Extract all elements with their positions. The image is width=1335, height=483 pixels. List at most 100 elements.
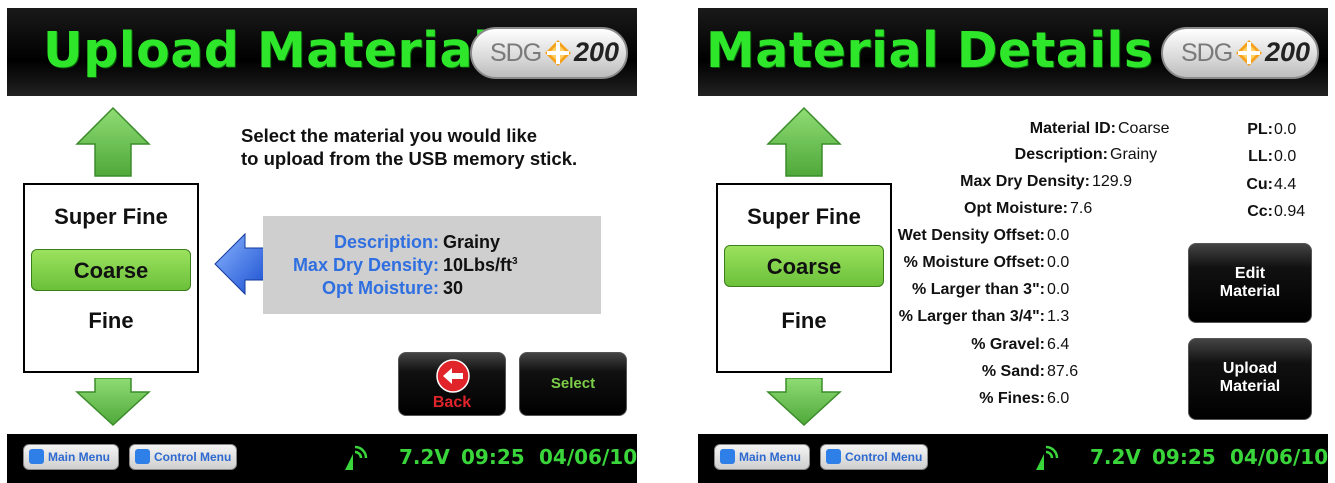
opt-moisture-value: 30 (443, 278, 464, 298)
exit-door-icon (135, 449, 150, 464)
header: Upload Material SDG 200 (7, 8, 637, 96)
current-date: 04/06/10 (1230, 445, 1328, 469)
exit-door-icon (29, 449, 44, 464)
detail-label-gravel: % Gravel: (971, 336, 1045, 353)
compass-diamond-icon (545, 40, 571, 66)
limit-value-cc: 0.94 (1274, 203, 1306, 220)
upload-material-screen: Upload Material SDG 200 Super Fine Coars… (7, 8, 637, 483)
detail-label-fines: % Fines: (979, 390, 1045, 407)
clock-time: 09:25 (1152, 445, 1216, 469)
detail-value-fines: 6.0 (1047, 390, 1070, 407)
opt-moisture-label: Opt Moisture: (322, 278, 439, 298)
upload-material-label-1: Upload (1222, 360, 1278, 377)
status-bar: Main Menu Control Menu 7.2V 09:25 04/06/… (698, 434, 1328, 483)
max-dry-density-value-wrap: 10Lbs/ft3 (443, 255, 518, 276)
detail-value-description: Grainy (1110, 146, 1158, 163)
logo-model: 200 (574, 37, 620, 67)
detail-label-moisture-offset: % Moisture Offset: (903, 254, 1045, 271)
page-title: Material Details (706, 22, 1154, 79)
main-menu-button[interactable]: Main Menu (23, 444, 119, 470)
current-date: 04/06/10 (539, 445, 637, 469)
sdg-logo: SDG 200 (470, 27, 628, 79)
detail-label-larger-than-3-4: % Larger than 3/4": (898, 308, 1045, 325)
logo-model: 200 (1265, 37, 1311, 67)
control-menu-button[interactable]: Control Menu (820, 444, 928, 470)
header: Material Details SDG 200 (698, 8, 1328, 96)
main-menu-button[interactable]: Main Menu (714, 444, 810, 470)
detail-label-opt-moisture: Opt Moisture: (964, 200, 1068, 217)
detail-value-max-dry-density: 129.9 (1092, 173, 1133, 190)
detail-value-larger-than-3-4: 1.3 (1047, 308, 1070, 325)
detail-value-sand: 87.6 (1047, 363, 1079, 380)
limit-label-ll: LL: (1248, 148, 1273, 165)
control-menu-button[interactable]: Control Menu (129, 444, 237, 470)
scroll-down-arrow-icon[interactable] (75, 378, 151, 426)
control-menu-label: Control Menu (845, 450, 923, 464)
edit-material-label-2: Material (1219, 283, 1281, 300)
signal-antenna-icon (345, 445, 368, 470)
control-menu-label: Control Menu (154, 450, 232, 464)
instruction-line-2: to upload from the USB memory stick. (241, 148, 578, 169)
sdg-logo: SDG 200 (1161, 27, 1319, 79)
pointer-left-arrow-icon (214, 232, 266, 296)
max-dry-density-label: Max Dry Density: (292, 255, 439, 275)
detail-label-material-id: Material ID: (1029, 120, 1116, 137)
back-label: Back (432, 394, 472, 411)
list-item-fine[interactable]: Fine (718, 308, 890, 334)
detail-label-max-dry-density: Max Dry Density: (960, 173, 1090, 190)
material-list: Super Fine Coarse Fine (716, 183, 892, 373)
detail-value-material-id: Coarse (1118, 120, 1170, 137)
list-item-coarse-selected[interactable]: Coarse (724, 245, 884, 287)
list-item-coarse-selected[interactable]: Coarse (31, 249, 191, 291)
detail-value-opt-moisture: 7.6 (1070, 200, 1093, 217)
back-arrow-icon (436, 359, 470, 393)
scroll-up-arrow-icon[interactable] (75, 106, 151, 178)
scroll-up-arrow-icon[interactable] (766, 106, 842, 178)
upload-material-label-2: Material (1219, 378, 1281, 395)
list-item-super-fine[interactable]: Super Fine (718, 204, 890, 230)
limit-label-cu: Cu: (1246, 176, 1273, 193)
edit-material-label-1: Edit (1234, 265, 1266, 282)
back-button[interactable]: Back (398, 352, 506, 416)
list-item-fine[interactable]: Fine (25, 308, 197, 334)
exit-door-icon (720, 449, 735, 464)
detail-value-wet-density-offset: 0.0 (1047, 227, 1070, 244)
edit-material-button[interactable]: Edit Material (1188, 243, 1312, 323)
logo-brand: SDG (1181, 39, 1233, 67)
clock-time: 09:25 (461, 445, 525, 469)
select-button[interactable]: Select (519, 352, 627, 416)
detail-label-description: Description: (1014, 146, 1108, 163)
material-list: Super Fine Coarse Fine (23, 183, 199, 373)
instruction-text: Select the material you would like to up… (241, 124, 577, 170)
detail-label-wet-density-offset: Wet Density Offset: (897, 227, 1045, 244)
battery-voltage: 7.2V (1090, 445, 1141, 469)
exit-door-icon (826, 449, 841, 464)
instruction-line-1: Select the material you would like (241, 125, 538, 146)
material-info-box: Description: Grainy Max Dry Density: 10L… (263, 216, 601, 314)
detail-value-larger-than-3: 0.0 (1047, 281, 1070, 298)
detail-value-moisture-offset: 0.0 (1047, 254, 1070, 271)
description-label: Description: (333, 232, 439, 252)
limit-value-cu: 4.4 (1274, 176, 1297, 193)
max-dry-density-value: 10Lbs/ft (443, 255, 513, 275)
detail-value-gravel: 6.4 (1047, 336, 1070, 353)
status-bar: Main Menu Control Menu 7.2V 09:25 04/06/… (7, 434, 637, 483)
list-item-super-fine[interactable]: Super Fine (25, 204, 197, 230)
limit-value-ll: 0.0 (1274, 148, 1297, 165)
detail-label-sand: % Sand: (981, 363, 1045, 380)
description-value: Grainy (443, 232, 501, 252)
signal-antenna-icon (1036, 445, 1059, 470)
density-unit-exponent: 3 (512, 256, 518, 267)
logo-brand: SDG (490, 39, 542, 67)
upload-material-button[interactable]: Upload Material (1188, 338, 1312, 420)
limit-label-cc: Cc: (1247, 203, 1273, 220)
limit-label-pl: PL: (1247, 121, 1273, 138)
battery-voltage: 7.2V (399, 445, 450, 469)
material-details-screen: Material Details SDG 200 Super Fine Coar… (698, 8, 1328, 483)
scroll-down-arrow-icon[interactable] (766, 378, 842, 426)
main-menu-label: Main Menu (48, 450, 110, 464)
detail-label-larger-than-3: % Larger than 3": (912, 281, 1045, 298)
limit-value-pl: 0.0 (1274, 121, 1297, 138)
compass-diamond-icon (1236, 40, 1262, 66)
main-menu-label: Main Menu (739, 450, 801, 464)
